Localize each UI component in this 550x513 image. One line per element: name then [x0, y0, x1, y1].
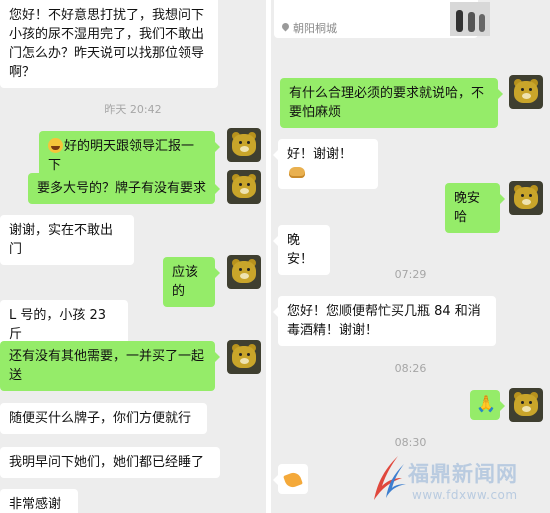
logo-swoosh-icon: [374, 456, 406, 500]
message-text: 好！谢谢！: [287, 147, 353, 162]
timestamp: 昨天 20:42: [104, 103, 162, 116]
message-bubble-incoming[interactable]: 您好！不好意思打扰了，我想问下小孩的尿不湿用完了，我们不敢出门怎么办？昨天说可以…: [0, 0, 218, 88]
bear-avatar-icon[interactable]: [227, 170, 261, 204]
news-site-watermark: 福鼎新闻网 www.fdxww.com: [364, 452, 548, 510]
message-text: L 号的，小孩 23 斤: [9, 308, 107, 342]
message-bubble-outgoing[interactable]: 晚安哈: [445, 183, 505, 233]
bread-icon: [289, 167, 305, 178]
message-text: 好的明天跟领导汇报一下: [48, 139, 195, 173]
message-bubble-incoming[interactable]: 非常感谢: [0, 489, 78, 513]
message-text: 非常感谢: [9, 497, 62, 512]
message-bubble-incoming[interactable]: 我明早问下她们，她们都已经睡了: [0, 447, 220, 478]
left-chat-panel: 您好！不好意思打扰了，我想问下小孩的尿不湿用完了，我们不敢出门怎么办？昨天说可以…: [0, 0, 266, 513]
message-text: 您好！您顺便帮忙买几瓶 84 和消毒酒精！谢谢！: [287, 304, 481, 338]
bear-avatar-icon[interactable]: [509, 75, 543, 109]
folded-hands-icon: 🙏: [476, 394, 496, 413]
bear-avatar-icon[interactable]: [227, 128, 261, 162]
bread-icon: [283, 470, 303, 490]
message-text: 晚安哈: [454, 191, 481, 225]
message-bubble-outgoing[interactable]: 有什么合理必须的要求就说哈，不要怕麻烦: [280, 78, 503, 128]
message-bubble-outgoing[interactable]: 要多大号的？牌子有没有要求: [28, 173, 220, 204]
message-text: 有什么合理必须的要求就说哈，不要怕麻烦: [289, 86, 485, 120]
message-bubble-incoming[interactable]: 好！谢谢！: [273, 139, 378, 189]
message-text: 随便买什么牌子，你们方便就行: [9, 411, 192, 426]
message-text: 晚安！: [287, 233, 314, 267]
timestamp: 08:26: [394, 362, 427, 375]
message-bubble-incoming[interactable]: [273, 464, 308, 494]
message-bubble-outgoing[interactable]: 应该的: [163, 257, 220, 307]
message-bubble-incoming[interactable]: 您好！您顺便帮忙买几瓶 84 和消毒酒精！谢谢！: [273, 296, 496, 346]
message-bubble-outgoing[interactable]: 🙏: [470, 390, 505, 420]
image-thumbnail[interactable]: [450, 2, 490, 36]
watermark-title: 福鼎新闻网: [408, 462, 518, 486]
image-message-card[interactable]: 朝阳桐城: [274, 0, 490, 38]
message-text: 还有没有其他需要，一并买了一起送: [9, 349, 205, 383]
bear-avatar-icon[interactable]: [509, 388, 543, 422]
message-bubble-incoming[interactable]: 随便买什么牌子，你们方便就行: [0, 403, 207, 434]
bear-avatar-icon[interactable]: [227, 340, 261, 374]
bear-avatar-icon[interactable]: [227, 255, 261, 289]
message-text: 要多大号的？牌子有没有要求: [37, 181, 207, 196]
timestamp: 07:29: [394, 268, 427, 281]
location-tag: 朝阳桐城: [293, 22, 337, 35]
message-bubble-outgoing[interactable]: 还有没有其他需要，一并买了一起送: [0, 341, 220, 391]
bear-avatar-icon[interactable]: [509, 181, 543, 215]
message-bubble-incoming[interactable]: 谢谢，实在不敢出门: [0, 215, 134, 265]
message-text: 我明早问下她们，她们都已经睡了: [9, 455, 205, 470]
right-chat-panel: 朝阳桐城 有什么合理必须的要求就说哈，不要怕麻烦 好！谢谢！ 晚安哈 晚安！ 0…: [271, 0, 550, 513]
location-pin-icon: [280, 21, 291, 32]
watermark-url: www.fdxww.com: [412, 488, 518, 502]
message-text: 谢谢，实在不敢出门: [9, 223, 114, 257]
timestamp: 08:30: [394, 436, 427, 449]
laughing-face-icon: [48, 138, 63, 153]
message-text: 您好！不好意思打扰了，我想问下小孩的尿不湿用完了，我们不敢出门怎么办？昨天说可以…: [9, 8, 205, 80]
message-text: 应该的: [172, 265, 199, 299]
